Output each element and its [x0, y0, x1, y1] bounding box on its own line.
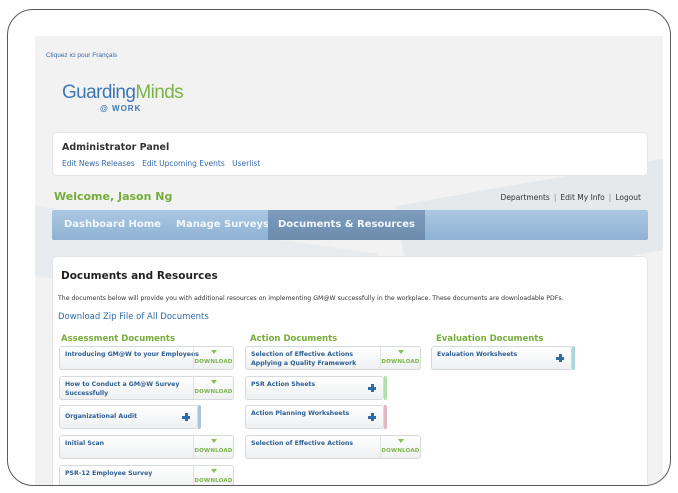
- download-button[interactable]: DOWNLOAD: [193, 347, 233, 369]
- download-arrow-icon: [211, 350, 217, 354]
- download-button[interactable]: DOWNLOAD: [380, 436, 420, 458]
- download-button[interactable]: DOWNLOAD: [193, 466, 233, 485]
- accent-bar: [572, 346, 575, 370]
- download-arrow-icon: [211, 380, 217, 384]
- download-arrow-icon: [211, 439, 217, 443]
- administrator-panel: Administrator Panel Edit News Releases E…: [52, 132, 648, 176]
- edit-my-info-link[interactable]: Edit My Info: [560, 193, 604, 202]
- expand-plus-icon[interactable]: [556, 354, 564, 362]
- assessment-documents-heading: Assessment Documents: [61, 334, 176, 344]
- welcome-message: Welcome, Jason Ng: [54, 190, 173, 203]
- tab-documents-resources[interactable]: Documents & Resources: [268, 210, 425, 240]
- browser-viewport: Cliquez ici pour Français GuardingMinds …: [35, 36, 663, 485]
- tab-dashboard-home[interactable]: Dashboard Home: [64, 210, 161, 240]
- admin-panel-title: Administrator Panel: [62, 142, 170, 153]
- documents-content-panel: Documents and Resources The documents be…: [52, 256, 648, 485]
- doc-action-planning-worksheets[interactable]: Action Planning Worksheets: [245, 405, 387, 429]
- download-button[interactable]: DOWNLOAD: [193, 377, 233, 399]
- download-arrow-icon: [398, 439, 404, 443]
- userlist-link[interactable]: Userlist: [232, 159, 260, 168]
- doc-introducing-gmw[interactable]: Introducing GM@W to your Employees DOWNL…: [59, 346, 234, 370]
- doc-how-to-conduct-survey[interactable]: How to Conduct a GM@W Survey Successfull…: [59, 376, 234, 400]
- expand-plus-icon[interactable]: [368, 384, 376, 392]
- doc-psr-action-sheets[interactable]: PSR Action Sheets: [245, 376, 387, 400]
- main-navigation: Dashboard Home Manage Surveys Documents …: [52, 210, 648, 240]
- guardingminds-logo[interactable]: GuardingMinds @ WORK: [62, 83, 192, 123]
- edit-upcoming-events-link[interactable]: Edit Upcoming Events: [142, 159, 225, 168]
- tab-manage-surveys[interactable]: Manage Surveys: [176, 210, 269, 240]
- doc-initial-scan[interactable]: Initial Scan DOWNLOAD: [59, 435, 234, 459]
- edit-news-releases-link[interactable]: Edit News Releases: [62, 159, 135, 168]
- departments-link[interactable]: Departments: [501, 193, 550, 202]
- accent-bar: [198, 405, 201, 429]
- page-description: The documents below will provide you wit…: [58, 295, 564, 302]
- download-button[interactable]: DOWNLOAD: [380, 347, 420, 369]
- doc-selection-quality-framework[interactable]: Selection of Effective Actions Applying …: [245, 346, 421, 370]
- doc-evaluation-worksheets[interactable]: Evaluation Worksheets: [431, 346, 575, 370]
- expand-plus-icon[interactable]: [182, 413, 190, 421]
- device-frame: Cliquez ici pour Français GuardingMinds …: [7, 9, 671, 486]
- logo-wordmark: GuardingMinds: [62, 82, 184, 103]
- action-documents-heading: Action Documents: [250, 334, 338, 344]
- divider: |: [608, 193, 612, 202]
- divider: |: [553, 193, 557, 202]
- download-zip-link[interactable]: Download Zip File of All Documents: [58, 312, 209, 322]
- download-arrow-icon: [398, 350, 404, 354]
- doc-selection-effective-actions[interactable]: Selection of Effective Actions DOWNLOAD: [245, 435, 421, 459]
- doc-organizational-audit[interactable]: Organizational Audit: [59, 405, 201, 429]
- french-language-link[interactable]: Cliquez ici pour Français: [46, 52, 117, 59]
- logout-link[interactable]: Logout: [615, 193, 641, 202]
- expand-plus-icon[interactable]: [368, 413, 376, 421]
- account-links: Departments | Edit My Info | Logout: [501, 193, 641, 202]
- logo-subtitle: @ WORK: [100, 104, 142, 113]
- accent-bar: [384, 376, 387, 400]
- doc-psr12-employee-survey[interactable]: PSR-12 Employee Survey DOWNLOAD: [59, 465, 234, 485]
- evaluation-documents-heading: Evaluation Documents: [436, 334, 544, 344]
- download-button[interactable]: DOWNLOAD: [193, 436, 233, 458]
- admin-links: Edit News Releases Edit Upcoming Events …: [62, 159, 265, 168]
- accent-bar: [384, 405, 387, 429]
- page-title: Documents and Resources: [61, 270, 218, 282]
- download-arrow-icon: [211, 469, 217, 473]
